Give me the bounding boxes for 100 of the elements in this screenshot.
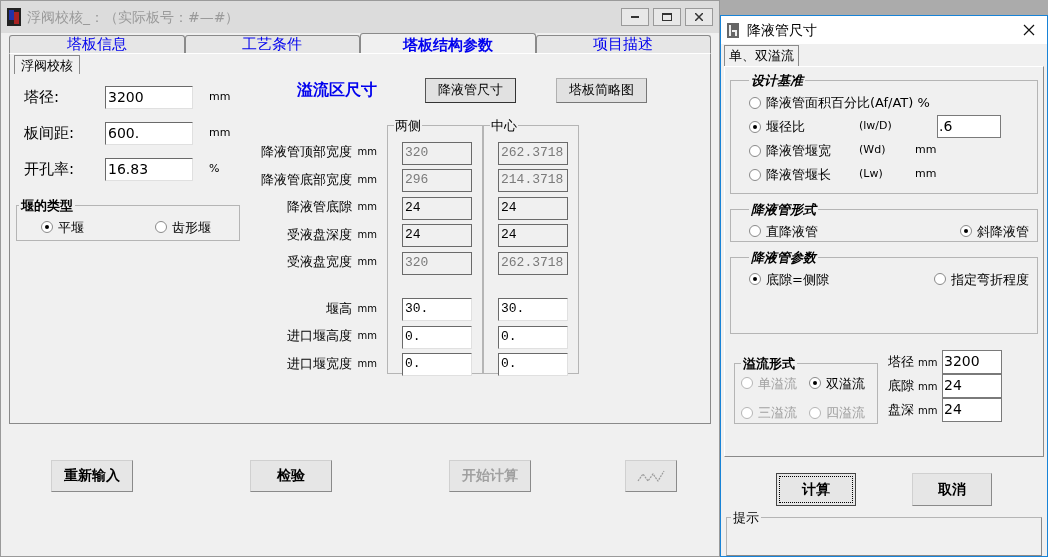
section-title: 溢流区尺寸 <box>297 79 378 101</box>
radio-label: 堰径比 <box>766 117 805 136</box>
tab[interactable]: 浮阀校核 <box>14 55 80 74</box>
unit-label: % <box>209 161 220 178</box>
row-label: 堰高 <box>325 299 352 318</box>
minimize-button[interactable] <box>621 8 649 26</box>
push-button[interactable]: 取消 <box>912 473 992 506</box>
unit-label: mm <box>918 355 939 370</box>
radio-button[interactable] <box>749 96 761 109</box>
group-title: 降液管参数 <box>750 249 818 267</box>
unit-label: mm <box>918 379 939 394</box>
window-title: 降液管尺寸 <box>747 20 817 40</box>
text-field[interactable]: 3200 <box>105 86 193 109</box>
window-title: 浮阀校核_：（实际板号：#—#） <box>27 7 240 27</box>
push-button[interactable]: 检验 <box>250 459 332 492</box>
radio-label: 降液管面积百分比(Af/AT) % <box>766 93 930 112</box>
symbol-label: (Lw) <box>859 166 884 183</box>
unit-label: mm <box>915 142 937 159</box>
close-icon[interactable] <box>1023 24 1035 36</box>
group-title: 两侧 <box>394 117 422 135</box>
text-field[interactable]: 24 <box>942 398 1002 422</box>
radio-button[interactable] <box>749 120 761 133</box>
unit-label: mm <box>357 301 377 316</box>
field-label: 开孔率: <box>23 159 76 181</box>
maximize-icon <box>662 13 672 21</box>
tab[interactable]: 塔板信息 <box>9 35 185 53</box>
group-title: 降液管形式 <box>750 201 818 219</box>
text-field[interactable]: 600. <box>105 122 193 145</box>
row-label: 降液管底部宽度 <box>260 170 352 189</box>
group-title: 提示 <box>732 509 760 527</box>
text-field[interactable]: 24 <box>402 196 472 220</box>
radio-label: 斜降液管 <box>977 222 1029 241</box>
app-icon <box>727 22 739 38</box>
push-button[interactable]: 降液管尺寸 <box>425 77 516 103</box>
row-label: 降液管顶部宽度 <box>260 143 352 161</box>
text-field[interactable]: 0. <box>498 325 568 349</box>
push-button[interactable]: 计算 <box>776 473 856 506</box>
text-field[interactable]: 0. <box>402 325 472 349</box>
radio-label: 平堰 <box>58 218 84 237</box>
minimize-icon <box>631 16 639 18</box>
radio-button[interactable] <box>934 273 946 286</box>
unit-label: mm <box>915 166 937 183</box>
row-label: 进口堰宽度 <box>286 354 352 373</box>
group-title: 设计基准 <box>750 72 805 90</box>
radio-label: 降液管堰长 <box>766 165 831 184</box>
symbol-label: (Wd) <box>859 142 887 159</box>
text-field[interactable]: 30. <box>402 298 472 322</box>
radio-label: 降液管堰宽 <box>766 141 831 160</box>
push-button[interactable]: 重新输入 <box>51 459 133 492</box>
unit-label: mm <box>209 125 231 142</box>
tab[interactable]: 单、双溢流 <box>724 45 799 66</box>
radio-button[interactable] <box>155 221 167 234</box>
close-icon <box>695 13 703 21</box>
field-label: 底隙 <box>888 377 915 396</box>
unit-label: mm <box>918 403 939 418</box>
radio-button[interactable] <box>749 144 761 157</box>
text-field[interactable]: 3200 <box>942 350 1002 374</box>
unit-label: mm <box>357 329 377 344</box>
unit-label: mm <box>209 89 231 106</box>
tab[interactable]: 项目描述 <box>535 35 711 53</box>
unit-label: mm <box>357 356 377 371</box>
radio-label: 双溢流 <box>826 374 865 393</box>
radio-label: 指定弯折程度 <box>951 270 1029 289</box>
radio-button[interactable] <box>809 377 821 390</box>
text-field[interactable]: .6 <box>937 115 1001 138</box>
text-field[interactable]: 30. <box>498 298 568 322</box>
unit-label: mm <box>357 200 377 215</box>
row-label: 降液管底隙 <box>286 198 352 216</box>
radio-button[interactable] <box>749 168 761 181</box>
unit-label: mm <box>357 227 377 242</box>
tab[interactable]: 工艺条件 <box>184 35 360 53</box>
push-button[interactable]: 塔板简略图 <box>556 77 647 103</box>
text-field[interactable]: 0. <box>402 353 472 377</box>
text-field[interactable]: 24 <box>402 224 472 248</box>
radio-button[interactable] <box>749 273 761 286</box>
field-label: 塔径: <box>23 87 61 109</box>
text-field[interactable]: 24 <box>942 374 1002 398</box>
text-field[interactable]: 16.83 <box>105 158 193 181</box>
text-field[interactable]: 24 <box>498 196 568 220</box>
group-title: 中心 <box>490 117 518 135</box>
radio-label: 直降液管 <box>766 222 818 241</box>
row-label: 受液盘深度 <box>286 225 352 244</box>
group-title: 堰的类型 <box>19 197 74 215</box>
field-label: 塔径 <box>888 353 915 372</box>
text-field[interactable]: 0. <box>498 353 568 377</box>
unit-label: mm <box>357 255 377 270</box>
radio-label: 底隙=侧隙 <box>766 270 829 289</box>
unit-label: mm <box>357 145 377 160</box>
maximize-button[interactable] <box>653 8 681 26</box>
unit-label: mm <box>357 172 377 187</box>
zigzag-icon <box>637 468 665 483</box>
text-field[interactable]: 24 <box>498 224 568 248</box>
group-title: 溢流形式 <box>742 355 796 373</box>
field-label: 盘深 <box>888 401 915 420</box>
radio-button[interactable] <box>41 221 53 234</box>
tab[interactable]: 塔板结构参数 <box>360 33 536 53</box>
radio-button[interactable] <box>749 225 761 238</box>
close-button[interactable] <box>685 8 713 26</box>
radio-label: 四溢流 <box>826 404 865 422</box>
radio-button[interactable] <box>960 225 972 238</box>
